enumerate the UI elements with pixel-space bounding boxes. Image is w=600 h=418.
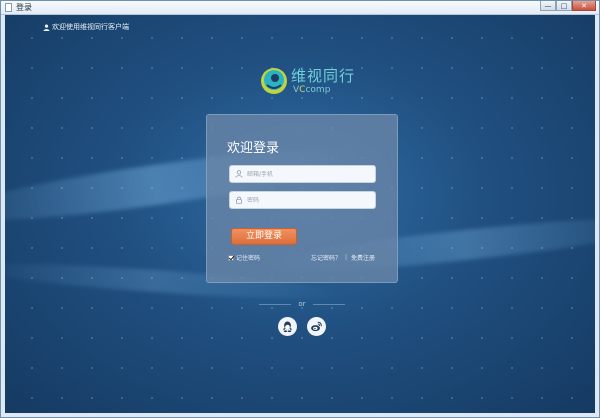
or-divider: or — [257, 300, 347, 308]
document-icon — [5, 3, 12, 12]
logo-english-text: VCcomp — [293, 84, 331, 95]
weibo-icon — [311, 321, 322, 332]
username-field[interactable] — [229, 165, 376, 183]
login-background: 欢迎使用维视同行客户端 维视同行 VCcomp 欢迎登录 邮箱/手机 立即登录 … — [5, 15, 595, 413]
account-links: 忘记密码？ | 免费注册 — [311, 253, 375, 262]
remember-label: 记住密码 — [236, 255, 261, 262]
divider-line — [259, 303, 292, 305]
title-bar: 登录 — □ ✕ — [1, 1, 599, 15]
user-icon — [43, 23, 50, 31]
remember-checkbox[interactable] — [228, 254, 234, 261]
welcome-text: 欢迎使用维视同行客户端 — [52, 23, 129, 31]
app-logo: 维视同行 VCcomp — [260, 67, 355, 95]
welcome-header: 欢迎使用维视同行客户端 — [43, 22, 129, 32]
lock-icon — [233, 196, 245, 204]
link-separator: | — [344, 254, 347, 261]
register-link[interactable]: 免费注册 — [351, 253, 375, 262]
window-title: 登录 — [16, 3, 32, 12]
qq-login-button[interactable] — [278, 317, 297, 336]
qq-icon — [283, 321, 292, 333]
password-field[interactable] — [229, 191, 376, 209]
minimize-button[interactable]: — — [540, 1, 556, 11]
login-panel: 欢迎登录 立即登录 — [206, 114, 398, 283]
remember-password[interactable]: 记住密码 — [228, 253, 260, 262]
window-controls: — □ ✕ — [540, 1, 596, 12]
or-text: or — [298, 300, 306, 308]
divider-line — [312, 303, 345, 305]
login-title: 欢迎登录 — [227, 141, 280, 156]
forgot-password-link[interactable]: 忘记密码？ — [311, 253, 341, 262]
app-window: 登录 — □ ✕ 欢迎使用维视同行客户端 维视同行 VCcomp 欢迎登录 邮箱… — [0, 0, 600, 418]
user-icon — [233, 170, 245, 178]
username-input[interactable] — [245, 170, 367, 178]
weibo-login-button[interactable] — [307, 317, 326, 336]
maximize-button[interactable]: □ — [556, 1, 572, 11]
close-button[interactable]: ✕ — [572, 1, 596, 11]
login-button[interactable]: 立即登录 — [231, 228, 297, 245]
logo-chinese-text: 维视同行 — [291, 66, 356, 85]
password-input[interactable] — [245, 196, 367, 204]
vccomp-logo-icon — [261, 68, 287, 94]
